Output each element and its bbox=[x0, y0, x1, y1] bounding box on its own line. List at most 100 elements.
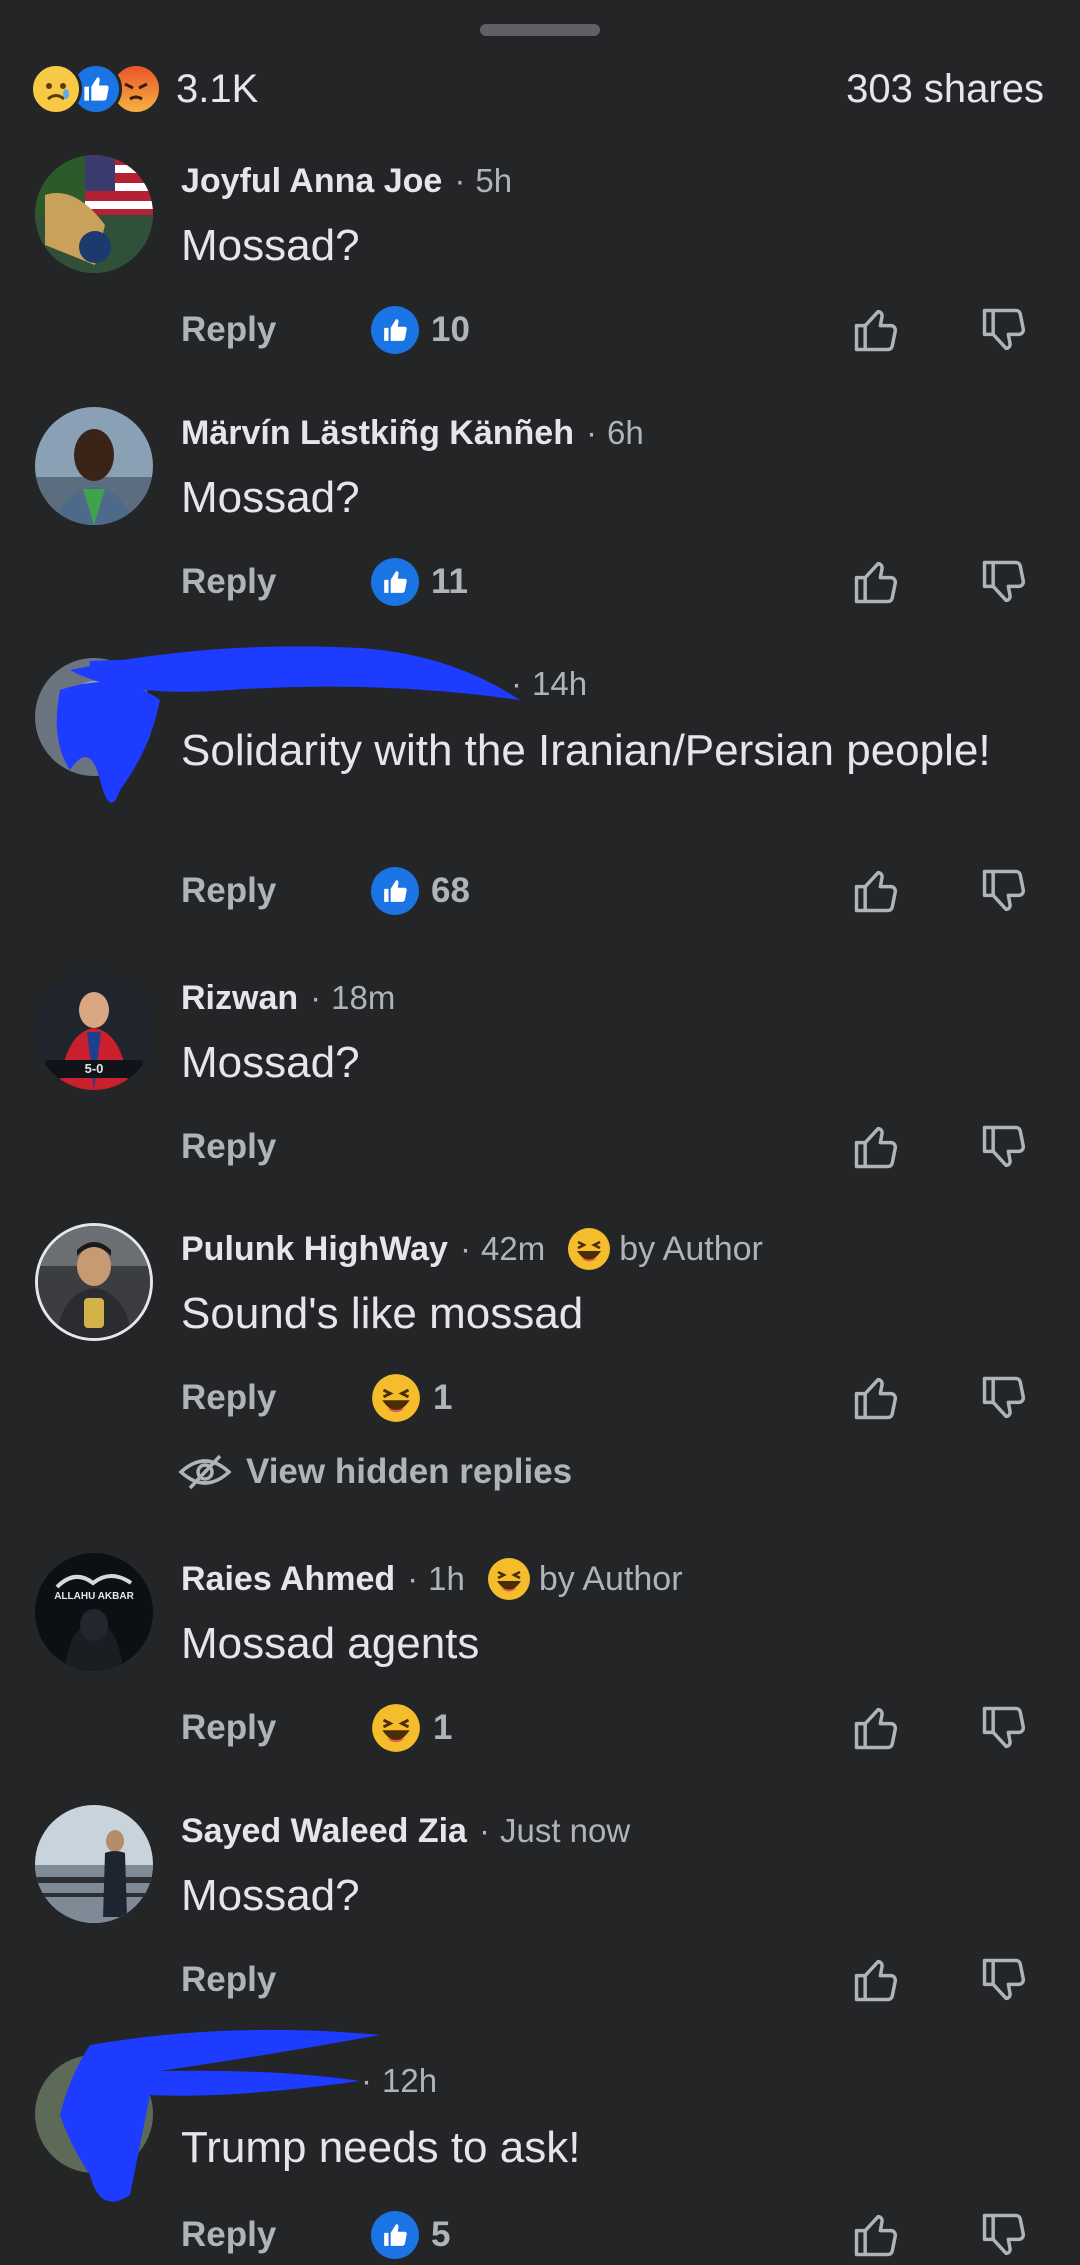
avatar-caption: ALLAHU AKBAR bbox=[54, 1591, 134, 1602]
comment-time-value: 42m bbox=[480, 1230, 546, 1267]
thumbs-down-icon[interactable] bbox=[978, 1702, 1030, 1759]
thumbs-up-icon[interactable] bbox=[850, 2209, 902, 2265]
author-badge-label: by Author bbox=[619, 1229, 763, 1268]
reaction-count-button[interactable]: 68 bbox=[371, 865, 470, 917]
reaction-count-button[interactable]: 11 bbox=[371, 556, 468, 608]
thumbs-up-icon[interactable] bbox=[850, 1121, 902, 1178]
reply-button[interactable]: Reply bbox=[181, 1127, 276, 1167]
shares-count[interactable]: 303 shares bbox=[846, 67, 1044, 112]
comment-time: · 14h bbox=[511, 665, 588, 702]
avatar[interactable] bbox=[35, 1805, 153, 1923]
comment-actions: Reply 5 bbox=[0, 2205, 1080, 2265]
drag-handle[interactable] bbox=[480, 24, 600, 36]
comment-text: Mossad? bbox=[181, 1871, 360, 1920]
comment-actions: Reply 1 bbox=[0, 1368, 1080, 1428]
commenter-name[interactable]: Rizwan bbox=[181, 979, 298, 1018]
commenter-name[interactable]: Raies Ahmed bbox=[181, 1560, 395, 1599]
comment-actions: Reply 11 bbox=[0, 552, 1080, 612]
comment-time: · 42m bbox=[459, 1230, 546, 1267]
reaction-count-button[interactable]: 1 bbox=[371, 1702, 452, 1754]
comment-time: · 6h bbox=[585, 414, 644, 451]
avatar-score: 5-0 bbox=[85, 1061, 104, 1076]
reaction-summary-button[interactable]: 3.1K bbox=[30, 63, 258, 115]
haha-reaction-icon bbox=[487, 1558, 530, 1600]
haha-reaction-icon bbox=[372, 1704, 420, 1752]
comment-time: · 12h bbox=[361, 2062, 438, 2099]
reaction-count-button[interactable]: 10 bbox=[371, 304, 470, 356]
thumbs-down-icon[interactable] bbox=[978, 1954, 1030, 2011]
commenter-name[interactable]: Sayed Waleed Zia bbox=[181, 1812, 467, 1851]
comment-actions: Reply 68 bbox=[0, 861, 1080, 921]
commenter-name[interactable]: Joyful Anna Joe bbox=[181, 162, 442, 201]
avatar[interactable] bbox=[35, 658, 153, 776]
haha-reaction-icon bbox=[372, 1374, 420, 1422]
reply-button[interactable]: Reply bbox=[181, 1708, 276, 1748]
thumbs-down-icon[interactable] bbox=[978, 1121, 1030, 1178]
comment-actions: Reply bbox=[0, 1950, 1080, 2010]
comment-time: · Just now bbox=[478, 1812, 631, 1849]
thumbs-up-icon[interactable] bbox=[850, 1372, 902, 1429]
reaction-number: 1 bbox=[433, 1378, 453, 1417]
thumbs-down-icon[interactable] bbox=[978, 2209, 1030, 2265]
view-hidden-replies-button[interactable]: View hidden replies bbox=[178, 1446, 572, 1498]
thumbs-up-icon[interactable] bbox=[850, 556, 902, 613]
comment-time-value: 14h bbox=[532, 665, 588, 702]
comment-text: Mossad agents bbox=[181, 1619, 480, 1668]
comment-actions: Reply 10 bbox=[0, 300, 1080, 360]
reaction-count-button[interactable]: 5 bbox=[371, 2209, 450, 2261]
comment-time-value: 5h bbox=[475, 162, 513, 199]
comment-text: Sound's like mossad bbox=[181, 1289, 584, 1338]
thumbs-up-icon[interactable] bbox=[850, 1954, 902, 2011]
reaction-number: 5 bbox=[431, 2215, 451, 2254]
thumbs-down-icon[interactable] bbox=[978, 556, 1030, 613]
reply-button[interactable]: Reply bbox=[181, 1378, 276, 1418]
thumbs-down-icon[interactable] bbox=[978, 304, 1030, 361]
author-badge-label: by Author bbox=[538, 1559, 683, 1598]
reply-button[interactable]: Reply bbox=[181, 2215, 276, 2255]
avatar[interactable] bbox=[35, 155, 153, 273]
like-reaction-icon bbox=[371, 306, 419, 354]
comments-sheet: 3.1K 303 shares Joyful Anna Joe · 5h Mossa… bbox=[0, 0, 1080, 2265]
comment-time-value: 12h bbox=[382, 2062, 438, 2099]
like-reaction-icon bbox=[371, 867, 419, 915]
comment-time-value: 18m bbox=[331, 979, 396, 1016]
thumbs-up-icon[interactable] bbox=[850, 1702, 902, 1759]
avatar[interactable] bbox=[35, 2055, 153, 2173]
reply-button[interactable]: Reply bbox=[181, 1960, 276, 2000]
avatar[interactable] bbox=[35, 407, 153, 525]
reply-button[interactable]: Reply bbox=[181, 871, 276, 911]
comment-time-value: 1h bbox=[428, 1560, 465, 1597]
view-hidden-replies-label: View hidden replies bbox=[246, 1452, 573, 1491]
comment-text: Mossad? bbox=[181, 1038, 360, 1087]
commenter-name[interactable]: Pulunk HighWay bbox=[181, 1230, 448, 1269]
author-reaction-badge: by Author bbox=[487, 1557, 683, 1601]
reply-button[interactable]: Reply bbox=[181, 310, 276, 350]
reaction-summary: 3.1K 303 shares bbox=[30, 58, 1044, 120]
thumbs-down-icon[interactable] bbox=[978, 1372, 1030, 1429]
thumbs-down-icon[interactable] bbox=[978, 865, 1030, 922]
reaction-number: 1 bbox=[433, 1708, 453, 1747]
thumbs-up-icon[interactable] bbox=[850, 865, 902, 922]
comment-time: · 18m bbox=[310, 979, 396, 1016]
avatar[interactable]: ALLAHU AKBAR bbox=[35, 1553, 153, 1671]
reaction-number: 11 bbox=[431, 562, 468, 601]
commenter-name[interactable]: Märvín Lästkiñg Känñeh bbox=[181, 414, 574, 453]
thumbs-up-icon[interactable] bbox=[850, 304, 902, 361]
avatar[interactable] bbox=[35, 1223, 153, 1341]
comment-time: · 5h bbox=[454, 162, 513, 199]
comment-actions: Reply 1 bbox=[0, 1698, 1080, 1758]
comment-text: Solidarity with the Iranian/Persian peop… bbox=[181, 726, 991, 775]
comment-text: Mossad? bbox=[181, 473, 360, 522]
haha-reaction-icon bbox=[568, 1228, 611, 1270]
reply-button[interactable]: Reply bbox=[181, 562, 276, 602]
author-reaction-badge: by Author bbox=[567, 1227, 763, 1271]
comment-time: · 1h bbox=[407, 1560, 465, 1597]
sad-reaction-icon bbox=[30, 63, 82, 115]
comment-time-value: Just now bbox=[499, 1812, 631, 1849]
like-reaction-icon bbox=[371, 558, 419, 606]
reaction-number: 68 bbox=[431, 871, 470, 910]
avatar[interactable]: 5-0 bbox=[35, 972, 153, 1090]
comment-text: Trump needs to ask! bbox=[181, 2123, 581, 2172]
comment-text: Mossad? bbox=[181, 221, 360, 270]
reaction-count-button[interactable]: 1 bbox=[371, 1372, 452, 1424]
